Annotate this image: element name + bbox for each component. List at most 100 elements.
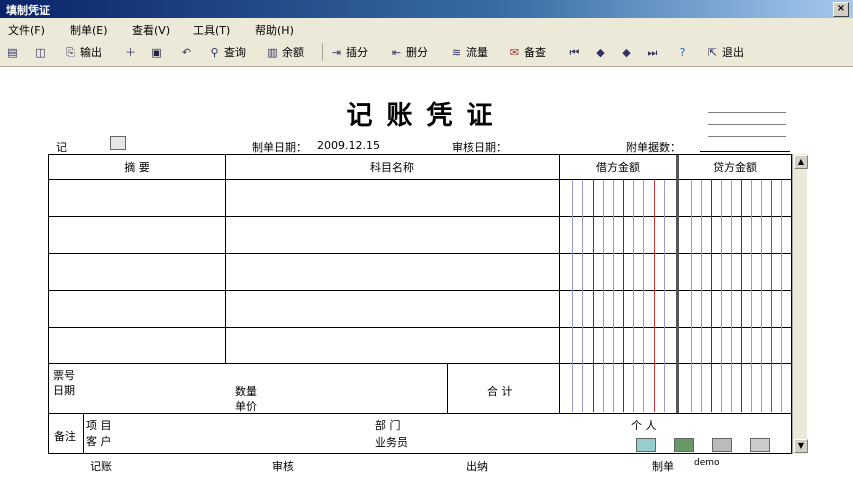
column-divider	[225, 155, 226, 363]
amount-digit-line	[643, 180, 644, 412]
voucher-title: 记账凭证	[346, 101, 507, 131]
account-header: 科目名称	[370, 161, 414, 174]
toolbar: ▤ ◫ ⎘ 输出 ＋ ▣ ↶ ⚲ 查询 ▥ 余额 ⇥ 插分 ⇤ 删分 ≋ 流量 ✉ 备查 ⏮ …	[0, 38, 853, 67]
amount-digit-line	[731, 180, 732, 412]
attach-count-field[interactable]	[700, 151, 790, 152]
balance-button[interactable]: ▥ 余额	[266, 44, 304, 60]
customer-label: 客 户	[86, 435, 112, 448]
amount-digit-line	[572, 180, 573, 412]
last-icon: ⏭	[647, 45, 658, 59]
last-button[interactable]: ⏭	[646, 44, 662, 60]
amount-digit-line	[721, 180, 722, 412]
attach-count-label: 附单据数：	[626, 141, 681, 154]
output-button[interactable]: ⎘ 输出	[64, 44, 102, 60]
check-button[interactable]: ✉ 备查	[508, 44, 546, 60]
debit-amount-area[interactable]	[562, 180, 674, 412]
delete-icon: ⇤	[391, 45, 402, 59]
close-icon[interactable]: ×	[833, 2, 849, 17]
exit-icon: ⇱	[707, 45, 718, 59]
amount-digit-line	[751, 180, 752, 412]
amount-digit-line	[781, 180, 782, 412]
binoculars-icon: ⚲	[210, 45, 219, 59]
window-title: 填制凭证	[6, 4, 50, 17]
amount-digit-line	[771, 180, 772, 412]
decoration-line	[708, 136, 786, 137]
insert-icon: ⇥	[331, 45, 342, 59]
make-date-label: 制单日期：	[252, 141, 307, 154]
salesman-label: 业务员	[375, 436, 408, 449]
menu-help[interactable]: 帮助(H)	[255, 22, 294, 38]
total-label: 合 计	[487, 385, 513, 398]
row-divider	[49, 253, 791, 254]
scroll-down-icon[interactable]: ▼	[794, 439, 808, 453]
insert-row-button[interactable]: ⇥ 插分	[330, 44, 368, 60]
query-button[interactable]: ⚲ 查询	[208, 44, 246, 60]
debit-header-label: 借方金额	[596, 161, 640, 174]
department-label: 部 门	[375, 419, 401, 432]
print-icon: ▤	[7, 45, 18, 59]
voucher-grid: 摘 要 科目名称 借方金额 贷方金额 借方金额 票号 日期 数量 单价 合 计	[48, 154, 792, 414]
remark-label: 备注	[54, 430, 76, 443]
menu-voucher[interactable]: 制单(E)	[70, 22, 108, 38]
audit-date-label: 审核日期：	[452, 141, 507, 154]
amount-digit-line	[654, 180, 655, 412]
price-label: 单价	[235, 400, 257, 413]
delete-row-button[interactable]: ⇤ 删分	[390, 44, 428, 60]
quantity-label: 数量	[235, 385, 257, 398]
project-label: 项 目	[86, 419, 112, 432]
column-divider	[83, 414, 84, 453]
prev-button[interactable]: ◆	[594, 44, 610, 60]
voucher-type: 记	[56, 141, 67, 154]
undo-icon: ↶	[181, 45, 192, 59]
title-bar: 填制凭证 ×	[0, 0, 853, 18]
menu-tools[interactable]: 工具(T)	[193, 22, 230, 38]
exit-button[interactable]: ⇱ 退出	[706, 44, 744, 60]
maker-label: 制单	[652, 460, 674, 473]
person-label: 个 人	[631, 419, 657, 432]
amount-digit-line	[582, 180, 583, 412]
row-divider	[49, 363, 791, 364]
row-divider	[49, 290, 791, 291]
print-button[interactable]: ▤	[6, 44, 22, 60]
menu-file[interactable]: 文件(F)	[8, 22, 45, 38]
first-button[interactable]: ⏮	[568, 44, 584, 60]
preview-icon: ◫	[35, 45, 46, 59]
help-icon: ?	[679, 45, 686, 59]
scroll-up-icon[interactable]: ▲	[794, 155, 808, 169]
decoration-line	[708, 124, 786, 125]
preview-button[interactable]: ◫	[34, 44, 50, 60]
output-icon: ⎘	[66, 45, 75, 59]
amount-digit-line	[711, 180, 712, 412]
aux-icon-4[interactable]	[750, 438, 770, 452]
aux-icon-1[interactable]	[636, 438, 656, 452]
help-button[interactable]: ?	[676, 44, 692, 60]
make-date-value[interactable]: 2009.12.15	[317, 139, 380, 152]
save-button[interactable]: ▣	[150, 44, 166, 60]
amount-digit-line	[633, 180, 634, 412]
cashier-label: 出纳	[466, 460, 488, 473]
add-icon: ＋	[125, 45, 136, 59]
save-icon: ▣	[151, 45, 162, 59]
ticket-label: 票号	[53, 369, 75, 382]
column-divider	[447, 363, 448, 413]
aux-icon-3[interactable]	[712, 438, 732, 452]
first-icon: ⏮	[569, 45, 580, 59]
undo-button[interactable]: ↶	[180, 44, 196, 60]
menu-view[interactable]: 查看(V)	[132, 22, 170, 38]
amount-digit-line	[664, 180, 665, 412]
row-divider	[49, 327, 791, 328]
aux-icon-2[interactable]	[674, 438, 694, 452]
next-button[interactable]: ◆	[620, 44, 636, 60]
date-label: 日期	[53, 384, 75, 397]
summary-header: 摘 要	[124, 161, 150, 174]
add-button[interactable]: ＋	[124, 44, 140, 60]
bookkeep-label: 记账	[90, 460, 112, 473]
flow-button[interactable]: ≋ 流量	[450, 44, 488, 60]
voucher-type-picker-icon[interactable]	[110, 136, 126, 150]
credit-amount-area[interactable]	[681, 180, 791, 412]
vertical-scrollbar[interactable]: ▲ ▼	[792, 154, 808, 454]
check-icon: ✉	[509, 45, 520, 59]
column-divider	[676, 155, 679, 413]
audit-label: 审核	[272, 460, 294, 473]
prev-icon: ◆	[596, 45, 605, 59]
